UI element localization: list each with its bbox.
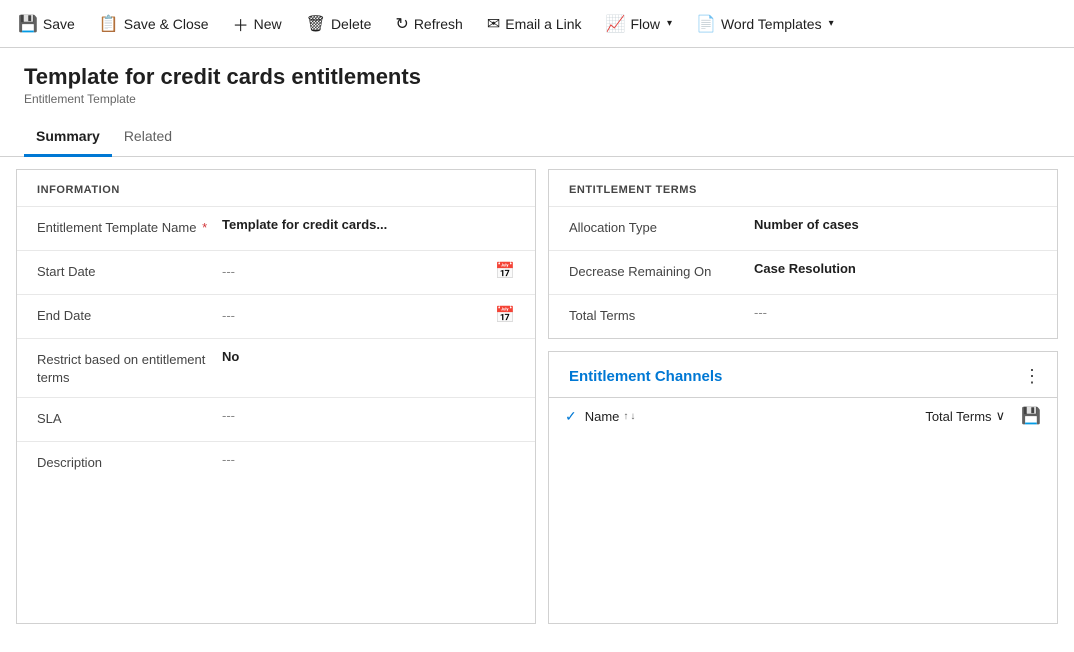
word-templates-chevron-icon: ▾ <box>829 18 834 29</box>
save-label: Save <box>43 16 75 32</box>
flow-button[interactable]: 📈 Flow ▾ <box>596 8 683 40</box>
save-close-icon: 📋 <box>99 14 119 34</box>
refresh-button[interactable]: ↻ Refresh <box>385 8 472 40</box>
sort-desc-icon[interactable]: ↓ <box>630 411 635 422</box>
end-date-calendar-icon[interactable]: 📅 <box>495 305 515 325</box>
word-templates-icon: 📄 <box>696 14 716 34</box>
main-content: INFORMATION Entitlement Template Name * … <box>0 157 1074 636</box>
right-panel: ENTITLEMENT TERMS Allocation Type Number… <box>548 169 1058 624</box>
save-button[interactable]: 💾 Save <box>8 8 85 40</box>
field-row-start-date: Start Date --- 📅 <box>17 250 535 294</box>
field-row-allocation-type: Allocation Type Number of cases <box>549 206 1057 250</box>
field-label-end-date: End Date <box>37 305 222 325</box>
sort-asc-icon[interactable]: ↑ <box>623 411 628 422</box>
channels-table-header: ✓ Name ↑ ↓ Total Terms ∨ 💾 <box>549 397 1057 434</box>
save-icon: 💾 <box>18 14 38 34</box>
flow-label: Flow <box>630 16 660 32</box>
field-row-end-date: End Date --- 📅 <box>17 294 535 338</box>
delete-icon: 🗑 <box>306 14 326 34</box>
email-link-button[interactable]: ✉ Email a Link <box>477 8 592 40</box>
new-icon: ＋ <box>233 12 249 36</box>
field-label-allocation-type: Allocation Type <box>569 217 754 237</box>
name-column-header[interactable]: Name ↑ ↓ <box>585 409 636 424</box>
channels-header: Entitlement Channels ⋮ <box>549 352 1057 397</box>
field-value-description[interactable]: --- <box>222 452 515 467</box>
start-date-calendar-icon[interactable]: 📅 <box>495 261 515 281</box>
total-terms-column-header[interactable]: Total Terms ∨ <box>925 408 1005 424</box>
field-value-sla[interactable]: --- <box>222 408 515 423</box>
delete-label: Delete <box>331 16 371 32</box>
field-label-decrease-remaining: Decrease Remaining On <box>569 261 754 281</box>
field-label-description: Description <box>37 452 222 472</box>
field-label-start-date: Start Date <box>37 261 222 281</box>
field-row-description: Description --- <box>17 441 535 485</box>
new-label: New <box>254 16 282 32</box>
tab-summary[interactable]: Summary <box>24 118 112 157</box>
new-button[interactable]: ＋ New <box>223 6 292 42</box>
save-close-button[interactable]: 📋 Save & Close <box>89 8 219 40</box>
field-value-restrict[interactable]: No <box>222 349 515 364</box>
delete-button[interactable]: 🗑 Delete <box>296 8 382 40</box>
field-row-sla: SLA --- <box>17 397 535 441</box>
field-label-name: Entitlement Template Name * <box>37 217 222 237</box>
word-templates-label: Word Templates <box>721 16 822 32</box>
field-value-total-terms[interactable]: --- <box>754 305 1037 320</box>
field-row-name: Entitlement Template Name * Template for… <box>17 206 535 250</box>
field-row-decrease-remaining: Decrease Remaining On Case Resolution <box>549 250 1057 294</box>
field-value-allocation-type[interactable]: Number of cases <box>754 217 1037 232</box>
page-subtitle: Entitlement Template <box>24 92 1050 106</box>
page-title: Template for credit cards entitlements <box>24 64 1050 90</box>
information-panel: INFORMATION Entitlement Template Name * … <box>16 169 536 624</box>
field-value-name[interactable]: Template for credit cards... <box>222 217 515 232</box>
required-star: * <box>202 220 207 235</box>
entitlement-terms-card: ENTITLEMENT TERMS Allocation Type Number… <box>548 169 1058 339</box>
word-templates-button[interactable]: 📄 Word Templates ▾ <box>686 8 844 40</box>
save-grid-icon[interactable]: 💾 <box>1021 406 1041 426</box>
refresh-icon: ↻ <box>395 14 408 34</box>
field-label-total-terms: Total Terms <box>569 305 754 325</box>
email-icon: ✉ <box>487 14 500 34</box>
save-close-label: Save & Close <box>124 16 209 32</box>
field-value-end-date[interactable]: --- 📅 <box>222 305 515 325</box>
toolbar: 💾 Save 📋 Save & Close ＋ New 🗑 Delete ↻ R… <box>0 0 1074 48</box>
flow-icon: 📈 <box>606 14 626 34</box>
information-section-title: INFORMATION <box>17 170 535 206</box>
flow-chevron-icon: ▾ <box>667 18 672 29</box>
entitlement-channels-card: Entitlement Channels ⋮ ✓ Name ↑ ↓ Total … <box>548 351 1058 624</box>
table-checkmark-icon[interactable]: ✓ <box>565 408 577 425</box>
field-value-decrease-remaining[interactable]: Case Resolution <box>754 261 1037 276</box>
field-label-restrict: Restrict based on entitlement terms <box>37 349 222 387</box>
email-link-label: Email a Link <box>505 16 581 32</box>
field-label-sla: SLA <box>37 408 222 428</box>
field-value-start-date[interactable]: --- 📅 <box>222 261 515 281</box>
field-row-total-terms: Total Terms --- <box>549 294 1057 338</box>
entitlement-terms-title: ENTITLEMENT TERMS <box>549 170 1057 206</box>
page-header: Template for credit cards entitlements E… <box>0 48 1074 106</box>
tab-bar: Summary Related <box>0 118 1074 157</box>
refresh-label: Refresh <box>414 16 463 32</box>
name-sort-icons[interactable]: ↑ ↓ <box>623 411 635 422</box>
tab-related[interactable]: Related <box>112 118 184 157</box>
channels-menu-icon[interactable]: ⋮ <box>1023 366 1041 387</box>
channels-title: Entitlement Channels <box>569 368 722 385</box>
field-row-restrict: Restrict based on entitlement terms No <box>17 338 535 397</box>
total-terms-chevron-icon[interactable]: ∨ <box>996 408 1006 424</box>
